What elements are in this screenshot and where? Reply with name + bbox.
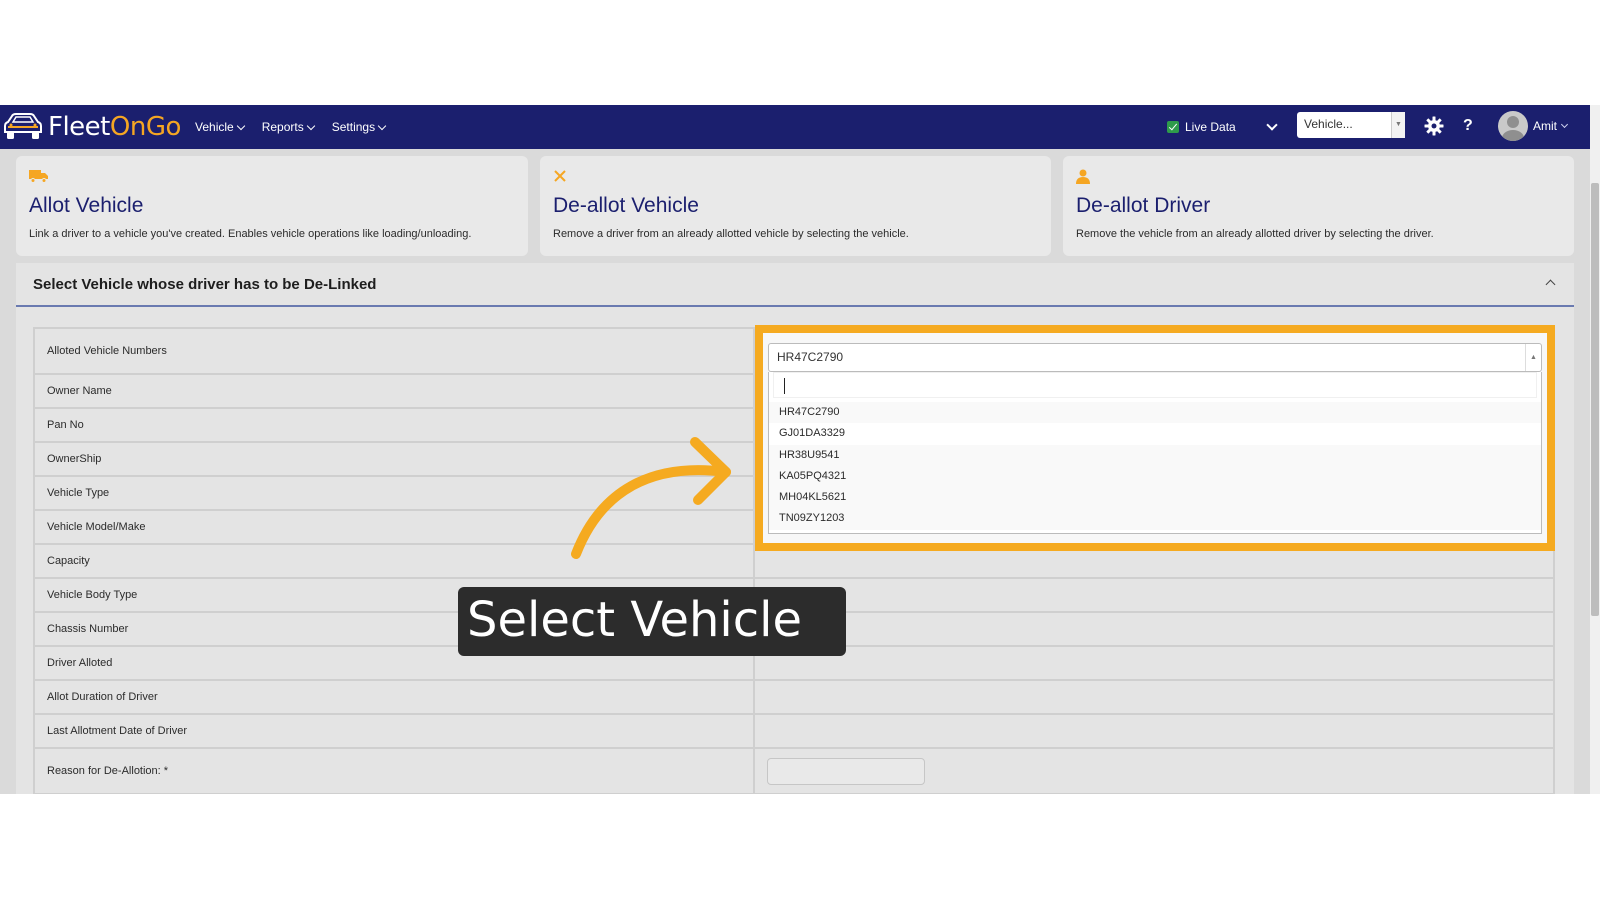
gear-icon[interactable] — [1424, 116, 1444, 141]
field-value — [753, 747, 1555, 794]
menu-reports-label: Reports — [261, 120, 304, 134]
chevron-down-icon — [306, 121, 315, 130]
field-value — [753, 713, 1555, 749]
field-label: Reason for De-Allotion: * — [33, 747, 755, 794]
text-cursor — [784, 378, 785, 394]
brand-logo[interactable]: FleetOnGo — [2, 109, 181, 145]
caret-down-icon: ▼ — [1391, 112, 1405, 138]
avatar — [1498, 111, 1528, 141]
main-menu: Vehicle Reports Settings — [195, 105, 387, 149]
tutorial-callout: Select Vehicle — [458, 587, 846, 656]
truck-icon — [29, 169, 49, 188]
table-row: Allot Duration of Driver — [33, 679, 1555, 715]
dropdown-option[interactable]: HR38U9541 — [769, 444, 1541, 466]
vehicle-number-dropdown: HR47C2790 GJ01DA3329 HR38U9541 KA05PQ432… — [768, 372, 1542, 534]
help-icon[interactable]: ? — [1463, 117, 1473, 135]
chevron-down-icon — [377, 121, 387, 130]
chevron-down-icon[interactable] — [1266, 119, 1278, 131]
field-label: Alloted Vehicle Numbers — [33, 327, 755, 375]
field-value — [753, 645, 1555, 681]
brand-name-part2: OnGo — [109, 112, 182, 142]
close-icon — [553, 169, 567, 188]
dropdown-option[interactable]: KA05PQ4321 — [769, 465, 1541, 488]
vehicle-select-placeholder: Vehicle... — [1304, 117, 1353, 131]
live-data-toggle[interactable]: Live Data — [1167, 105, 1236, 149]
live-data-label: Live Data — [1185, 120, 1236, 134]
user-menu[interactable]: Amit — [1498, 111, 1569, 141]
menu-settings-label: Settings — [331, 120, 376, 134]
callout-text: Select Vehicle — [467, 592, 802, 648]
brand-name: FleetOnGo — [48, 112, 181, 142]
menu-vehicle-label: Vehicle — [195, 120, 234, 134]
field-label: Owner Name — [33, 373, 755, 409]
dropdown-option[interactable]: TN09ZY1203 — [769, 508, 1541, 530]
pointer-arrow-icon — [560, 432, 740, 567]
scrollbar-thumb[interactable] — [1591, 183, 1599, 616]
dropdown-option[interactable]: HR47C2790 — [769, 402, 1541, 424]
panel-header[interactable]: Select Vehicle whose driver has to be De… — [16, 263, 1574, 307]
card-description: Remove a driver from an already allotted… — [553, 228, 909, 240]
vehicle-select[interactable]: Vehicle... ▼ — [1297, 112, 1405, 138]
menu-settings[interactable]: Settings — [331, 120, 387, 134]
card-title: De-allot Driver — [1076, 194, 1211, 217]
card-title: Allot Vehicle — [29, 194, 144, 217]
menu-reports[interactable]: Reports — [261, 120, 315, 134]
live-data-checkbox[interactable] — [1167, 121, 1179, 133]
table-row: Reason for De-Allotion: * — [33, 747, 1555, 794]
car-logo-icon — [4, 113, 42, 139]
user-name: Amit — [1533, 119, 1557, 133]
field-label: Last Allotment Date of Driver — [33, 713, 755, 749]
panel-title: Select Vehicle whose driver has to be De… — [33, 275, 377, 293]
caret-up-icon: ▲ — [1525, 344, 1541, 371]
field-label: Allot Duration of Driver — [33, 679, 755, 715]
dropdown-options: HR47C2790 GJ01DA3329 HR38U9541 KA05PQ432… — [769, 402, 1541, 530]
chevron-down-icon — [236, 121, 245, 130]
menu-vehicle[interactable]: Vehicle — [195, 120, 245, 134]
table-row: Last Allotment Date of Driver — [33, 713, 1555, 749]
brand-name-part1: Fleet — [48, 112, 110, 142]
field-value — [753, 679, 1555, 715]
selected-vehicle-number: HR47C2790 — [777, 350, 844, 364]
card-description: Remove the vehicle from an already allot… — [1076, 228, 1434, 240]
card-deallot-driver[interactable]: De-allot Driver Remove the vehicle from … — [1063, 156, 1574, 256]
dropdown-search-input[interactable] — [773, 372, 1537, 398]
dropdown-option[interactable]: GJ01DA3329 — [769, 423, 1541, 445]
field-value — [753, 577, 1555, 613]
person-icon — [1076, 169, 1090, 189]
field-value — [753, 611, 1555, 647]
vehicle-number-select[interactable]: HR47C2790 ▲ — [768, 343, 1542, 372]
reason-input[interactable] — [767, 757, 925, 785]
chevron-down-icon — [1560, 120, 1569, 129]
card-deallot-vehicle[interactable]: De-allot Vehicle Remove a driver from an… — [540, 156, 1051, 256]
top-navbar: FleetOnGo Vehicle Reports Settings Live … — [0, 105, 1590, 149]
card-description: Link a driver to a vehicle you've create… — [29, 228, 472, 240]
card-allot-vehicle[interactable]: Allot Vehicle Link a driver to a vehicle… — [16, 156, 528, 256]
card-title: De-allot Vehicle — [553, 194, 699, 217]
dropdown-option[interactable]: MH04KL5621 — [769, 487, 1541, 509]
